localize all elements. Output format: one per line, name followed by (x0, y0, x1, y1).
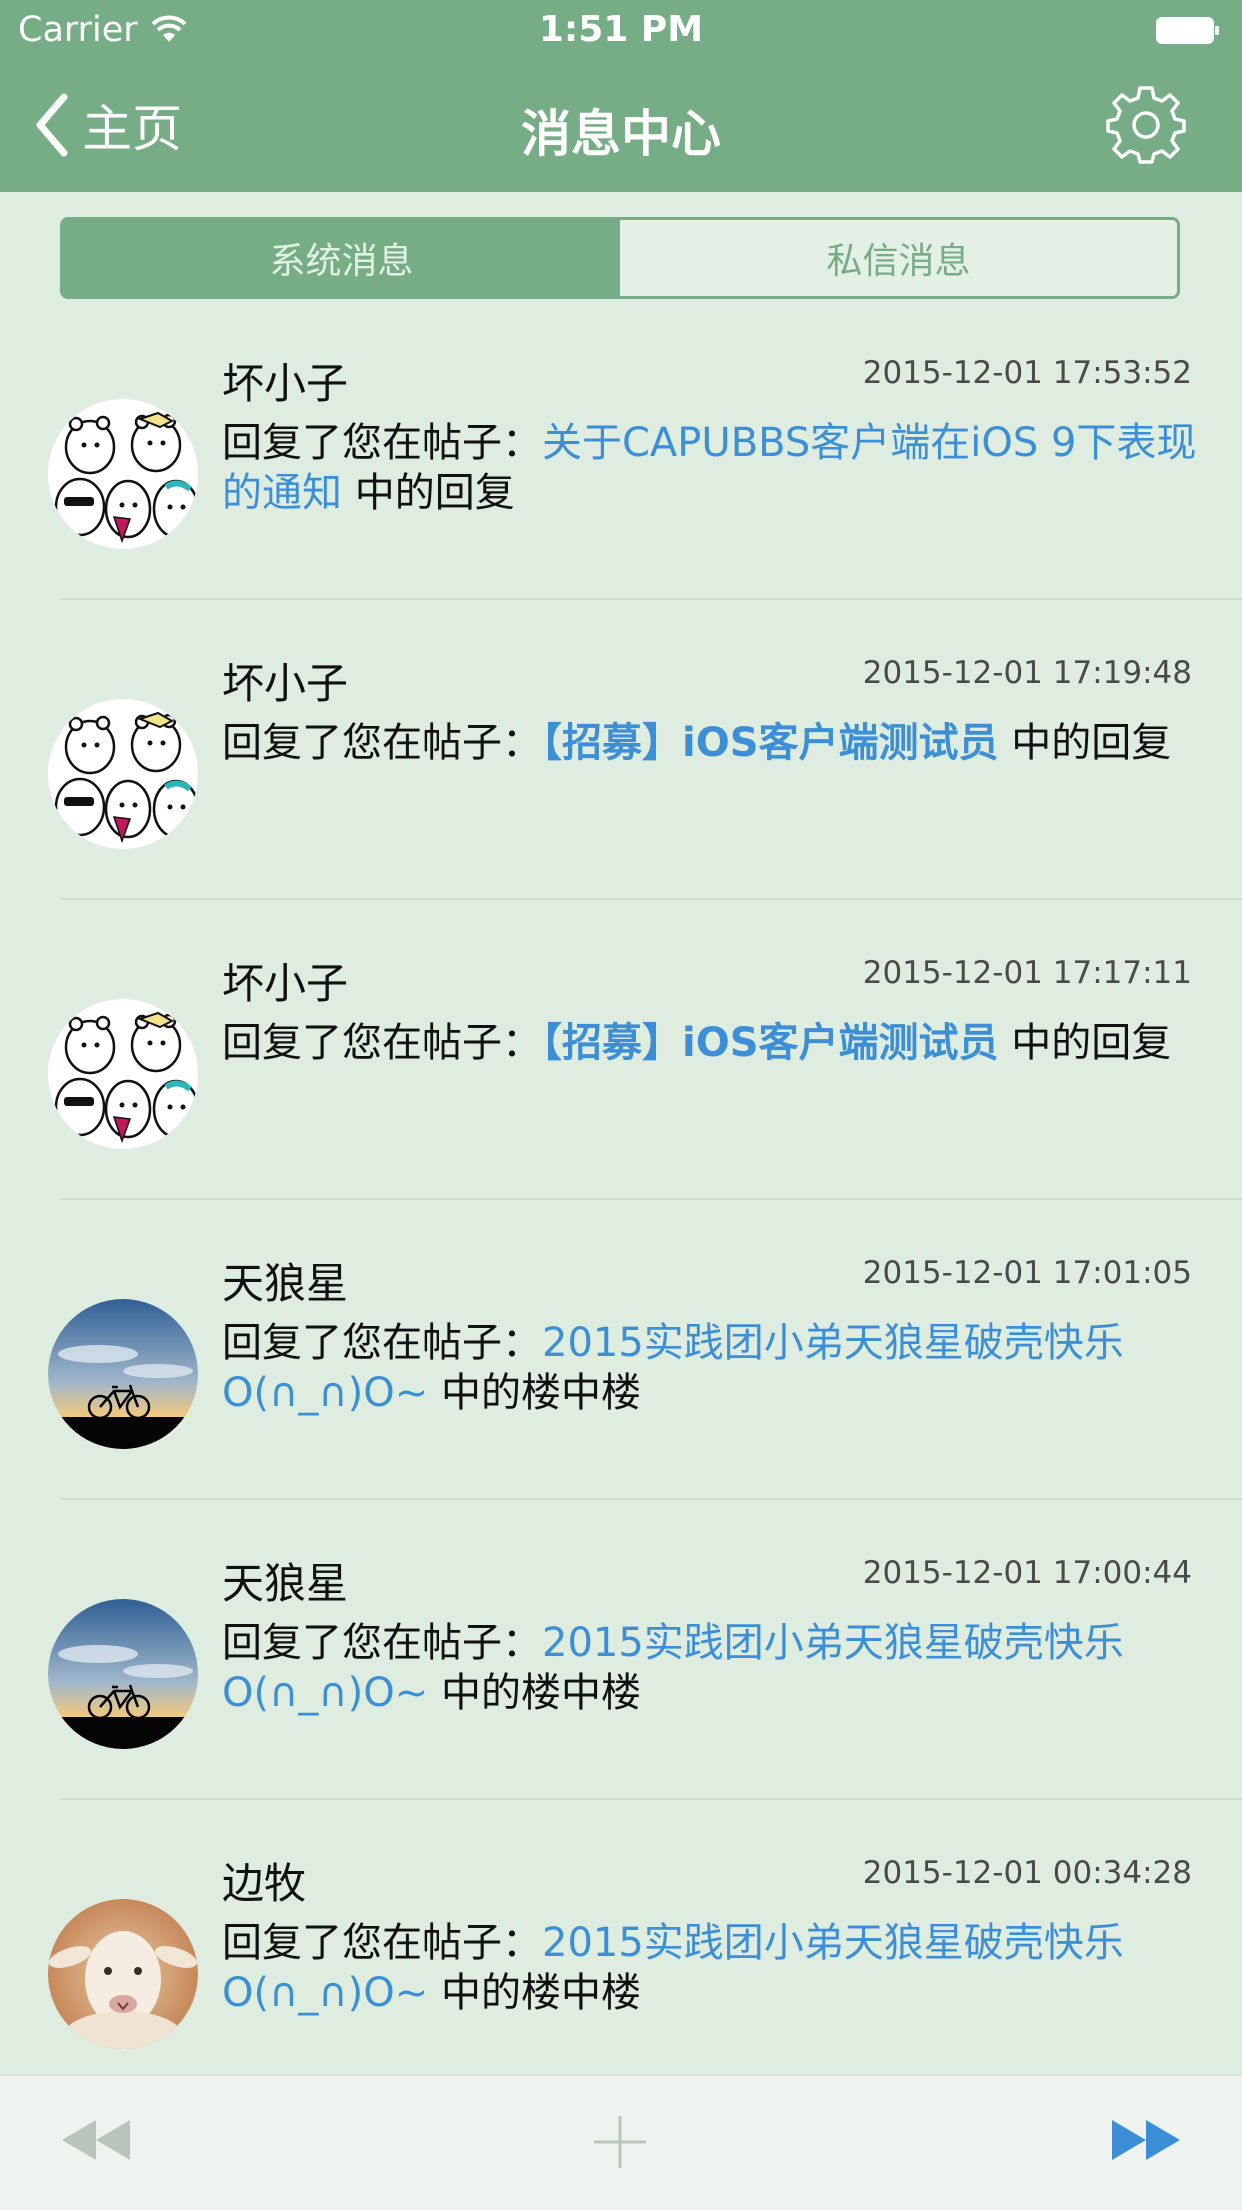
gear-icon[interactable] (1106, 84, 1186, 164)
message-timestamp: 2015-12-01 17:19:48 (862, 655, 1192, 691)
message-suffix: 中的回复 (998, 1020, 1172, 1066)
message-timestamp: 2015-12-01 17:17:11 (862, 955, 1192, 991)
bears-avatar[interactable] (48, 399, 198, 549)
message-prefix: 回复了您在帖子： (222, 1020, 542, 1066)
message-timestamp: 2015-12-01 17:53:52 (862, 355, 1192, 391)
bears-avatar[interactable] (48, 999, 198, 1149)
message-prefix: 回复了您在帖子： (222, 420, 542, 466)
sheep-avatar[interactable] (48, 1899, 198, 2049)
thread-link[interactable]: 【招募】iOS客户端测试员 (542, 1020, 999, 1066)
message-suffix: 中的楼中楼 (428, 1970, 641, 2016)
message-timestamp: 2015-12-01 00:34:28 (862, 1855, 1192, 1891)
message-timestamp: 2015-12-01 17:00:44 (862, 1555, 1192, 1591)
message-prefix: 回复了您在帖子： (222, 1920, 542, 1966)
sender-name: 坏小子 (222, 359, 349, 408)
message-prefix: 回复了您在帖子： (222, 1320, 542, 1366)
message-text: 回复了您在帖子：2015实践团小弟天狼星破壳快乐O(∩_∩)O~ 中的楼中楼 (222, 1618, 1202, 1718)
rewind-icon[interactable] (58, 2114, 134, 2166)
message-row[interactable]: 坏小子 2015-12-01 17:17:11 回复了您在帖子：【招募】iOS客… (0, 900, 1242, 1200)
message-text: 回复了您在帖子：【招募】iOS客户端测试员 中的回复 (222, 718, 1202, 768)
sender-name: 坏小子 (222, 959, 349, 1008)
sender-name: 坏小子 (222, 659, 349, 708)
navigation-bar: 主页 消息中心 (0, 62, 1242, 192)
message-timestamp: 2015-12-01 17:01:05 (862, 1255, 1192, 1291)
message-row[interactable]: 坏小子 2015-12-01 17:53:52 回复了您在帖子：关于CAPUBB… (0, 300, 1242, 600)
status-time: 1:51 PM (538, 9, 704, 50)
message-row[interactable]: 天狼星 2015-12-01 17:01:05 回复了您在帖子：2015实践团小… (0, 1200, 1242, 1500)
page-title: 消息中心 (521, 105, 721, 163)
message-text: 回复了您在帖子：【招募】iOS客户端测试员 中的回复 (222, 1018, 1202, 1068)
sender-name: 边牧 (222, 1859, 307, 1908)
bicycle-sunset-avatar[interactable] (48, 1299, 198, 1449)
message-row[interactable]: 坏小子 2015-12-01 17:19:48 回复了您在帖子：【招募】iOS客… (0, 600, 1242, 900)
sender-name: 天狼星 (222, 1559, 349, 1608)
battery-icon (1156, 17, 1219, 44)
fast-forward-icon[interactable] (1108, 2114, 1184, 2166)
message-prefix: 回复了您在帖子： (222, 720, 542, 766)
message-suffix: 中的回复 (998, 720, 1172, 766)
message-text: 回复了您在帖子：关于CAPUBBS客户端在iOS 9下表现的通知 中的回复 (222, 418, 1202, 518)
message-row[interactable]: 天狼星 2015-12-01 17:00:44 回复了您在帖子：2015实践团小… (0, 1500, 1242, 1800)
message-suffix: 中的楼中楼 (428, 1370, 641, 1416)
message-suffix: 中的楼中楼 (428, 1670, 641, 1716)
message-suffix: 中的回复 (342, 470, 515, 516)
message-text: 回复了您在帖子：2015实践团小弟天狼星破壳快乐O(∩_∩)O~ 中的楼中楼 (222, 1318, 1202, 1418)
bottom-toolbar (0, 2074, 1242, 2210)
message-row[interactable]: 边牧 2015-12-01 00:34:28 回复了您在帖子：2015实践团小弟… (0, 1800, 1242, 2100)
tab-system-messages[interactable]: 系统消息 (63, 220, 620, 296)
plus-icon[interactable] (592, 2114, 648, 2170)
bicycle-sunset-avatar[interactable] (48, 1599, 198, 1749)
thread-link[interactable]: 【招募】iOS客户端测试员 (542, 720, 999, 766)
sender-name: 天狼星 (222, 1259, 349, 1308)
message-list: 坏小子 2015-12-01 17:53:52 回复了您在帖子：关于CAPUBB… (0, 300, 1242, 2100)
bears-avatar[interactable] (48, 699, 198, 849)
message-prefix: 回复了您在帖子： (222, 1620, 542, 1666)
message-type-segmented-control: 系统消息 私信消息 (60, 217, 1180, 299)
status-bar: Carrier 1:51 PM (0, 0, 1242, 62)
tab-private-messages[interactable]: 私信消息 (620, 220, 1177, 296)
message-text: 回复了您在帖子：2015实践团小弟天狼星破壳快乐O(∩_∩)O~ 中的楼中楼 (222, 1918, 1202, 2018)
